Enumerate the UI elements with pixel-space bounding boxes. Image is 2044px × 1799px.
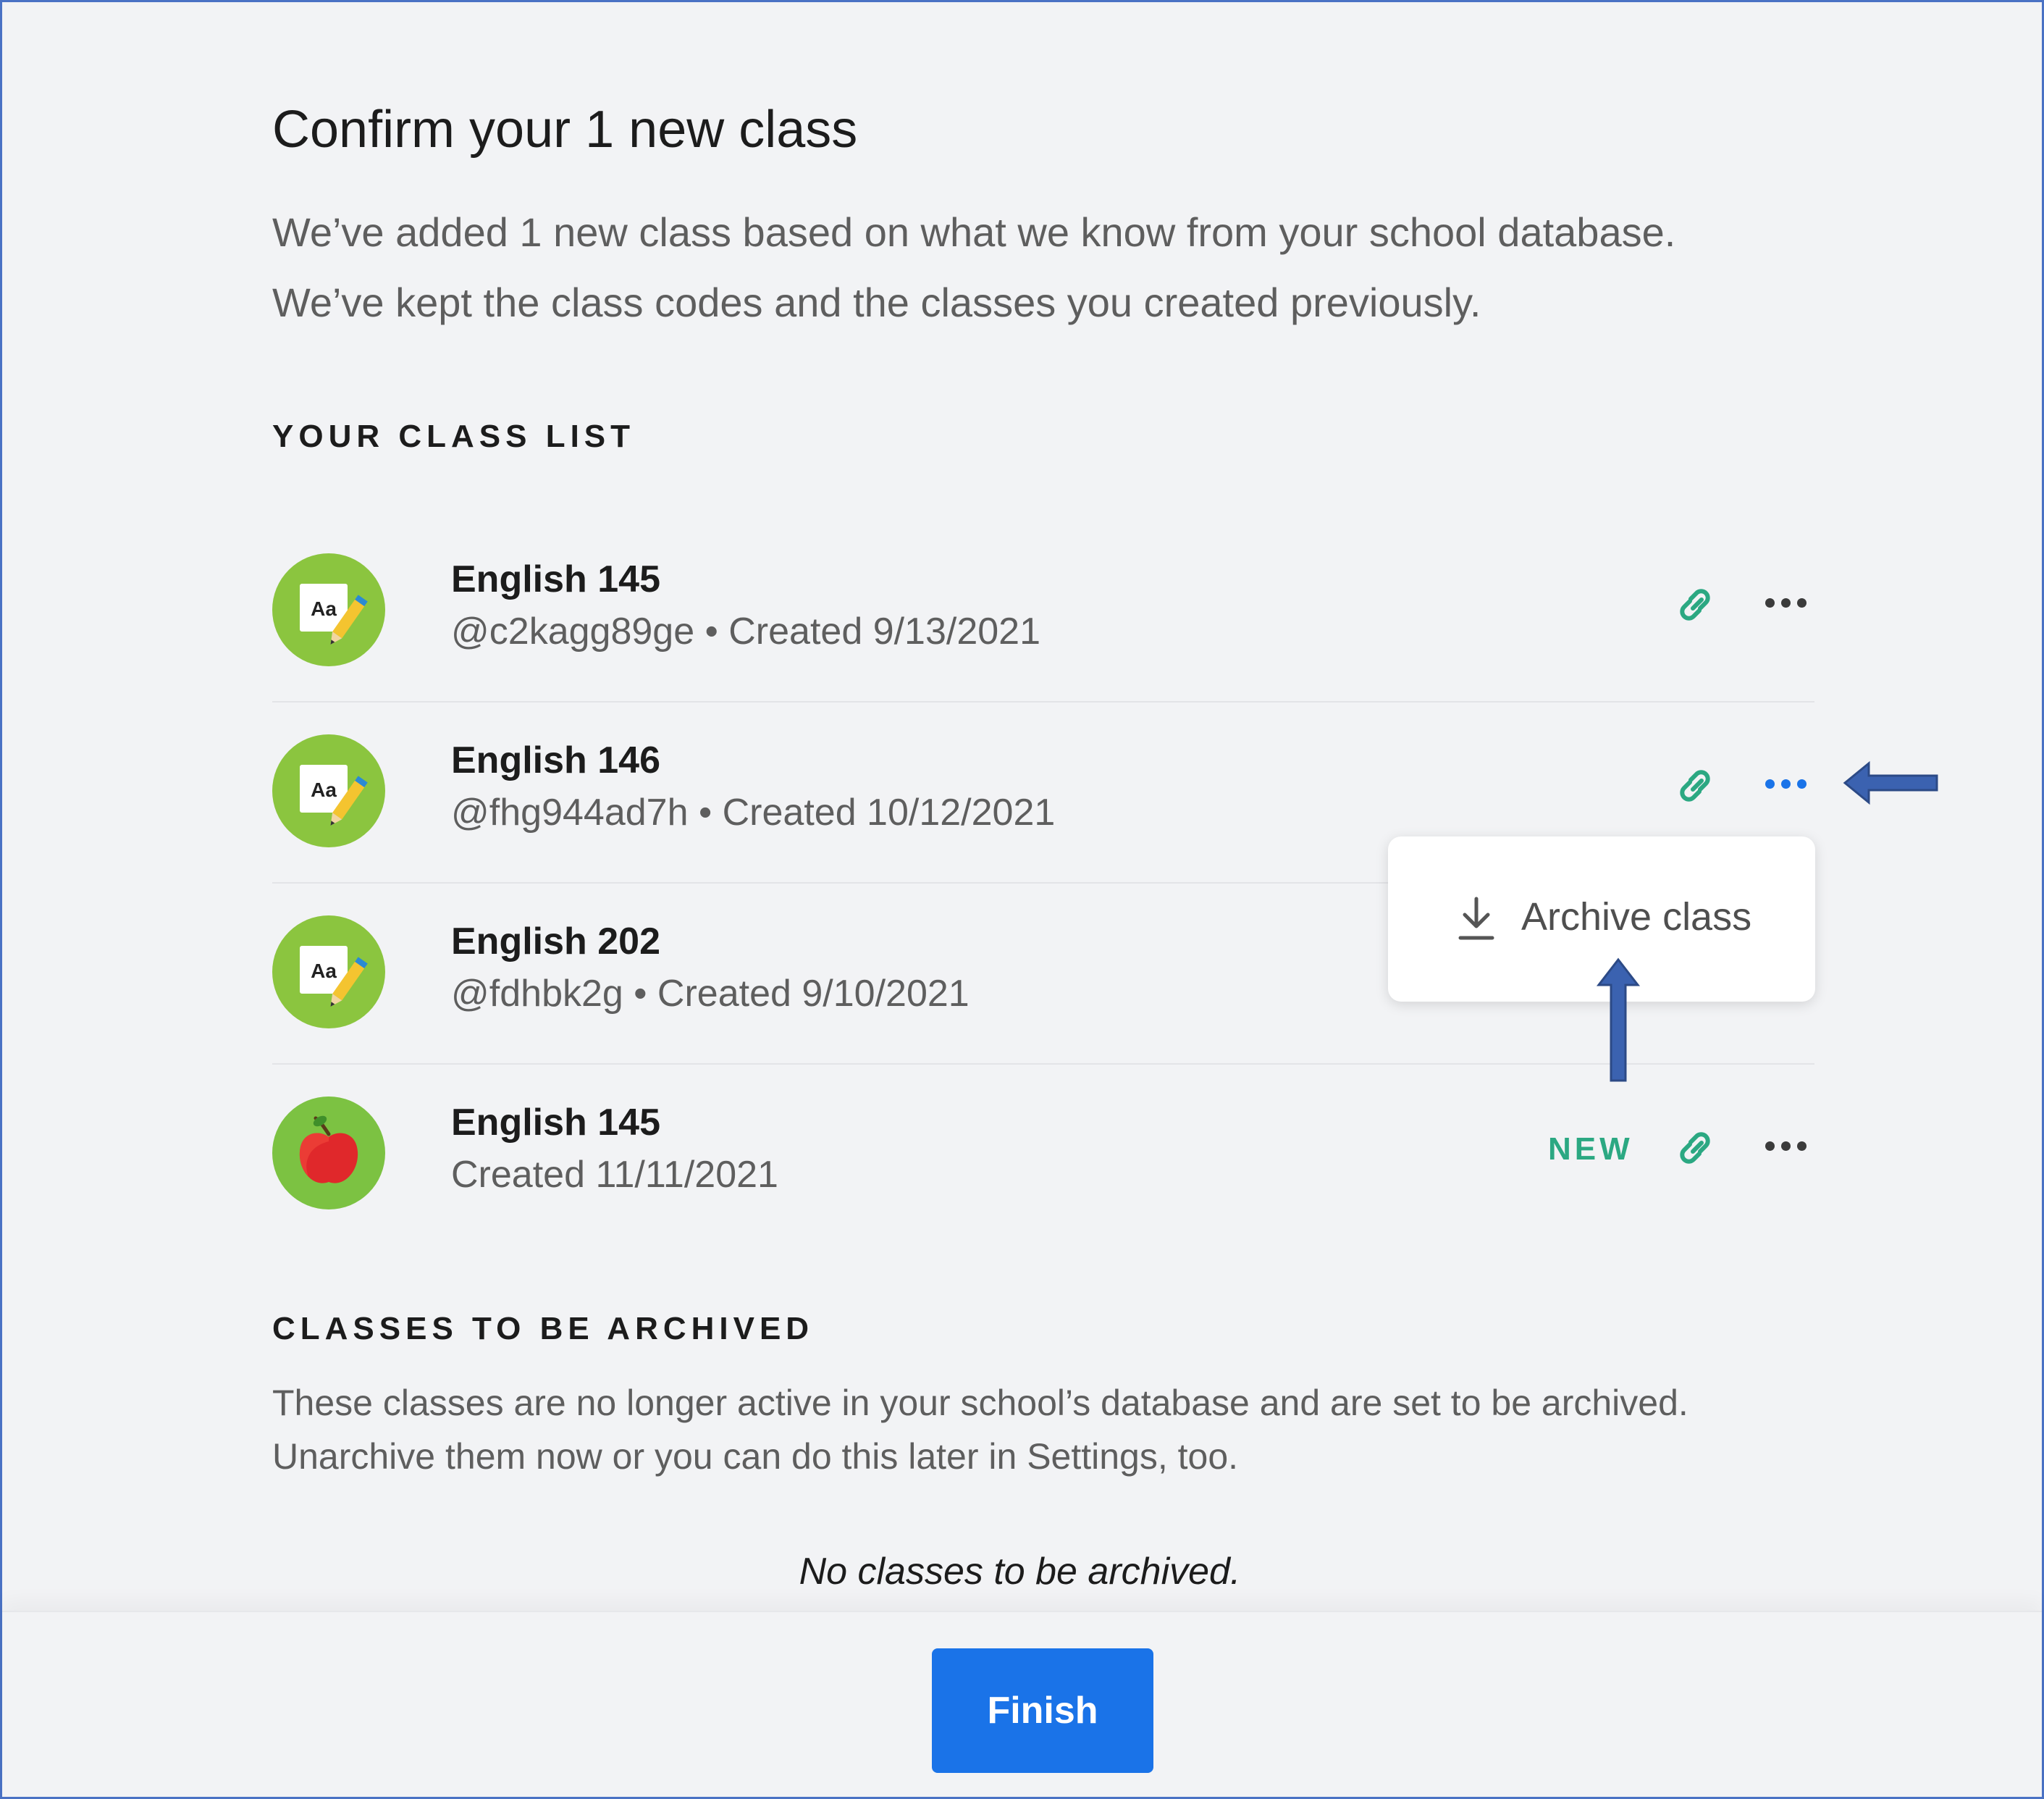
link-icon[interactable] — [1670, 760, 1720, 811]
svg-text:Aa: Aa — [311, 597, 337, 620]
svg-text:Aa: Aa — [311, 779, 337, 801]
subtitle-line-1: We’ve added 1 new class based on what we… — [272, 209, 1676, 255]
more-dot — [1796, 597, 1807, 608]
archived-desc-line-1: These classes are no longer active in yo… — [272, 1383, 1688, 1423]
more-dot — [1796, 1141, 1807, 1151]
download-icon — [1455, 894, 1498, 942]
annotation-arrow-up — [1596, 957, 1641, 1082]
more-options-button[interactable] — [1757, 581, 1814, 624]
empty-archived-note: No classes to be archived. — [799, 1551, 1241, 1593]
annotation-arrow-left — [1843, 760, 1938, 805]
class-list-heading: YOUR CLASS LIST — [272, 419, 636, 454]
notebook-pencil-icon: Aa — [272, 915, 385, 1028]
page-subtitle: We’ve added 1 new class based on what we… — [272, 197, 1675, 337]
more-dot — [1780, 1141, 1791, 1151]
subtitle-line-2: We’ve kept the class codes and the class… — [272, 280, 1481, 325]
class-name: English 202 — [451, 921, 660, 963]
more-options-button[interactable] — [1757, 762, 1814, 805]
class-name: English 145 — [451, 1102, 660, 1144]
class-row: Aa English 145 @c2kagg89ge • Created 9/1… — [272, 521, 1814, 703]
archived-description: These classes are no longer active in yo… — [272, 1376, 1688, 1483]
more-dot — [1765, 597, 1775, 608]
finish-button[interactable]: Finish — [932, 1648, 1153, 1773]
archived-desc-line-2: Unarchive them now or you can do this la… — [272, 1436, 1239, 1477]
class-name: English 146 — [451, 739, 660, 781]
class-name: English 145 — [451, 558, 660, 600]
link-icon[interactable] — [1670, 579, 1720, 630]
more-dot — [1796, 779, 1807, 789]
apple-icon — [272, 1096, 385, 1209]
notebook-pencil-icon: Aa — [272, 553, 385, 666]
class-meta: Created 11/11/2021 — [451, 1154, 778, 1196]
archive-class-label: Archive class — [1521, 895, 1752, 939]
more-dot — [1765, 779, 1775, 789]
more-dot — [1765, 1141, 1775, 1151]
link-icon[interactable] — [1670, 1123, 1720, 1173]
more-options-button[interactable] — [1757, 1124, 1814, 1167]
page-title: Confirm your 1 new class — [272, 101, 858, 159]
more-dot — [1780, 597, 1791, 608]
class-meta: @c2kagg89ge • Created 9/13/2021 — [451, 611, 1041, 653]
more-dot — [1780, 779, 1791, 789]
new-badge: NEW — [1548, 1131, 1633, 1167]
svg-text:Aa: Aa — [311, 960, 337, 982]
class-meta: @fhg944ad7h • Created 10/12/2021 — [451, 792, 1056, 834]
class-meta: @fdhbk2g • Created 9/10/2021 — [451, 973, 970, 1015]
class-row: English 145 Created 11/11/2021 NEW — [272, 1065, 1814, 1246]
archived-heading: CLASSES TO BE ARCHIVED — [272, 1311, 815, 1346]
notebook-pencil-icon: Aa — [272, 734, 385, 847]
